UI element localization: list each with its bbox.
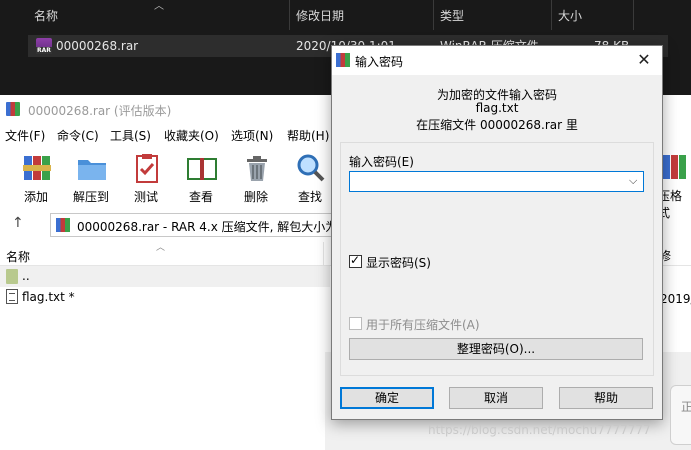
winrar-app-icon (6, 102, 20, 116)
menu-file[interactable]: 文件(F) (5, 127, 45, 144)
all-archives-checkbox[interactable] (349, 317, 362, 330)
dialog-info-archive: 在压缩文件 00000268.rar 里 (416, 118, 578, 132)
test-button[interactable]: 测试 (123, 148, 169, 206)
menu-tools[interactable]: 工具(S) (110, 127, 151, 144)
column-type[interactable]: 类型 (434, 0, 552, 30)
up-arrow-icon[interactable]: ↑ (12, 215, 24, 231)
cancel-button[interactable]: 取消 (449, 387, 543, 409)
close-icon[interactable]: ✕ (632, 49, 656, 71)
password-input[interactable] (349, 171, 644, 192)
show-password-label: 显示密码(S) (366, 256, 431, 270)
list-column-name[interactable]: 名称 (6, 248, 30, 265)
add-button[interactable]: 添加 (13, 148, 59, 206)
dialog-title: 输入密码 (355, 55, 404, 69)
find-label: 查找 (297, 190, 322, 204)
view-label: 查看 (188, 190, 213, 204)
winrar-app-icon (336, 53, 350, 67)
magnifier-icon (297, 154, 325, 182)
menu-options[interactable]: 选项(N) (231, 127, 273, 144)
column-size-label: 大小 (558, 9, 583, 23)
trash-can-icon (247, 156, 267, 181)
open-book-icon (187, 158, 217, 180)
menu-command[interactable]: 命令(C) (57, 127, 99, 144)
show-password-checkbox[interactable] (349, 253, 362, 268)
password-label: 输入密码(E) (349, 155, 414, 169)
column-date-label: 修改日期 (296, 9, 345, 23)
organize-passwords-button[interactable]: 整理密码(O)... (349, 338, 643, 360)
view-button[interactable]: 查看 (178, 148, 224, 206)
menu-favorites[interactable]: 收藏夹(O) (164, 127, 219, 144)
list-item-parent[interactable]: .. (0, 266, 330, 287)
list-item-flag[interactable]: flag.txt * (0, 287, 330, 308)
list-item-label: flag.txt * (22, 290, 75, 304)
archive-books-icon (663, 155, 686, 179)
add-label: 添加 (23, 190, 48, 204)
list-item-date: 2019/ (660, 292, 691, 306)
all-archives-label: 用于所有压缩文件(A) (366, 318, 480, 332)
help-button[interactable]: 帮助 (559, 387, 653, 409)
delete-label: 删除 (243, 190, 268, 204)
chevron-down-icon[interactable]: ⌵ (629, 174, 659, 188)
column-date[interactable]: 修改日期 (290, 0, 434, 30)
rar-file-icon: RAR (36, 38, 52, 54)
delete-button[interactable]: 删除 (233, 148, 279, 206)
extract-to-button[interactable]: 解压到 (68, 148, 114, 206)
text-file-icon (6, 289, 18, 304)
extract-to-label: 解压到 (72, 190, 109, 204)
watermark-text: https://blog.csdn.net/mochu7777777 (428, 423, 651, 437)
file-name: 00000268.rar (56, 39, 139, 53)
password-dialog: 输入密码 ✕ 为加密的文件输入密码 flag.txt 在压缩文件 0000026… (331, 45, 663, 420)
find-button[interactable]: 查找 (287, 148, 333, 206)
column-name-label: 名称 (34, 9, 59, 23)
test-label: 测试 (133, 190, 158, 204)
address-text: 00000268.rar - RAR 4.x 压缩文件, 解包大小为 (77, 220, 337, 234)
folder-up-icon (6, 269, 18, 284)
column-size[interactable]: 大小 (552, 0, 634, 30)
dialog-titlebar: 输入密码 ✕ (332, 46, 662, 75)
dialog-info-filename: flag.txt (475, 101, 519, 115)
sort-up-icon: ︿ (154, 1, 164, 12)
column-type-label: 类型 (440, 9, 465, 23)
menu-help[interactable]: 帮助(H) (287, 127, 329, 144)
folder-extract-icon (78, 160, 106, 180)
ok-button[interactable]: 确定 (340, 387, 434, 409)
archive-books-icon (23, 156, 51, 180)
winrar-title: 00000268.rar (评估版本) (28, 104, 172, 118)
sort-up-icon: ︿ (156, 243, 166, 253)
side-panel-tab[interactable]: 正 (670, 385, 691, 445)
address-field[interactable]: 00000268.rar - RAR 4.x 压缩文件, 解包大小为 (50, 213, 340, 237)
winrar-archive-icon (56, 218, 70, 232)
clipboard-check-icon (136, 154, 158, 183)
explorer-column-header: 名称 ︿ 修改日期 类型 大小 (0, 0, 691, 30)
column-divider (323, 242, 324, 266)
list-item-label: .. (22, 269, 30, 283)
